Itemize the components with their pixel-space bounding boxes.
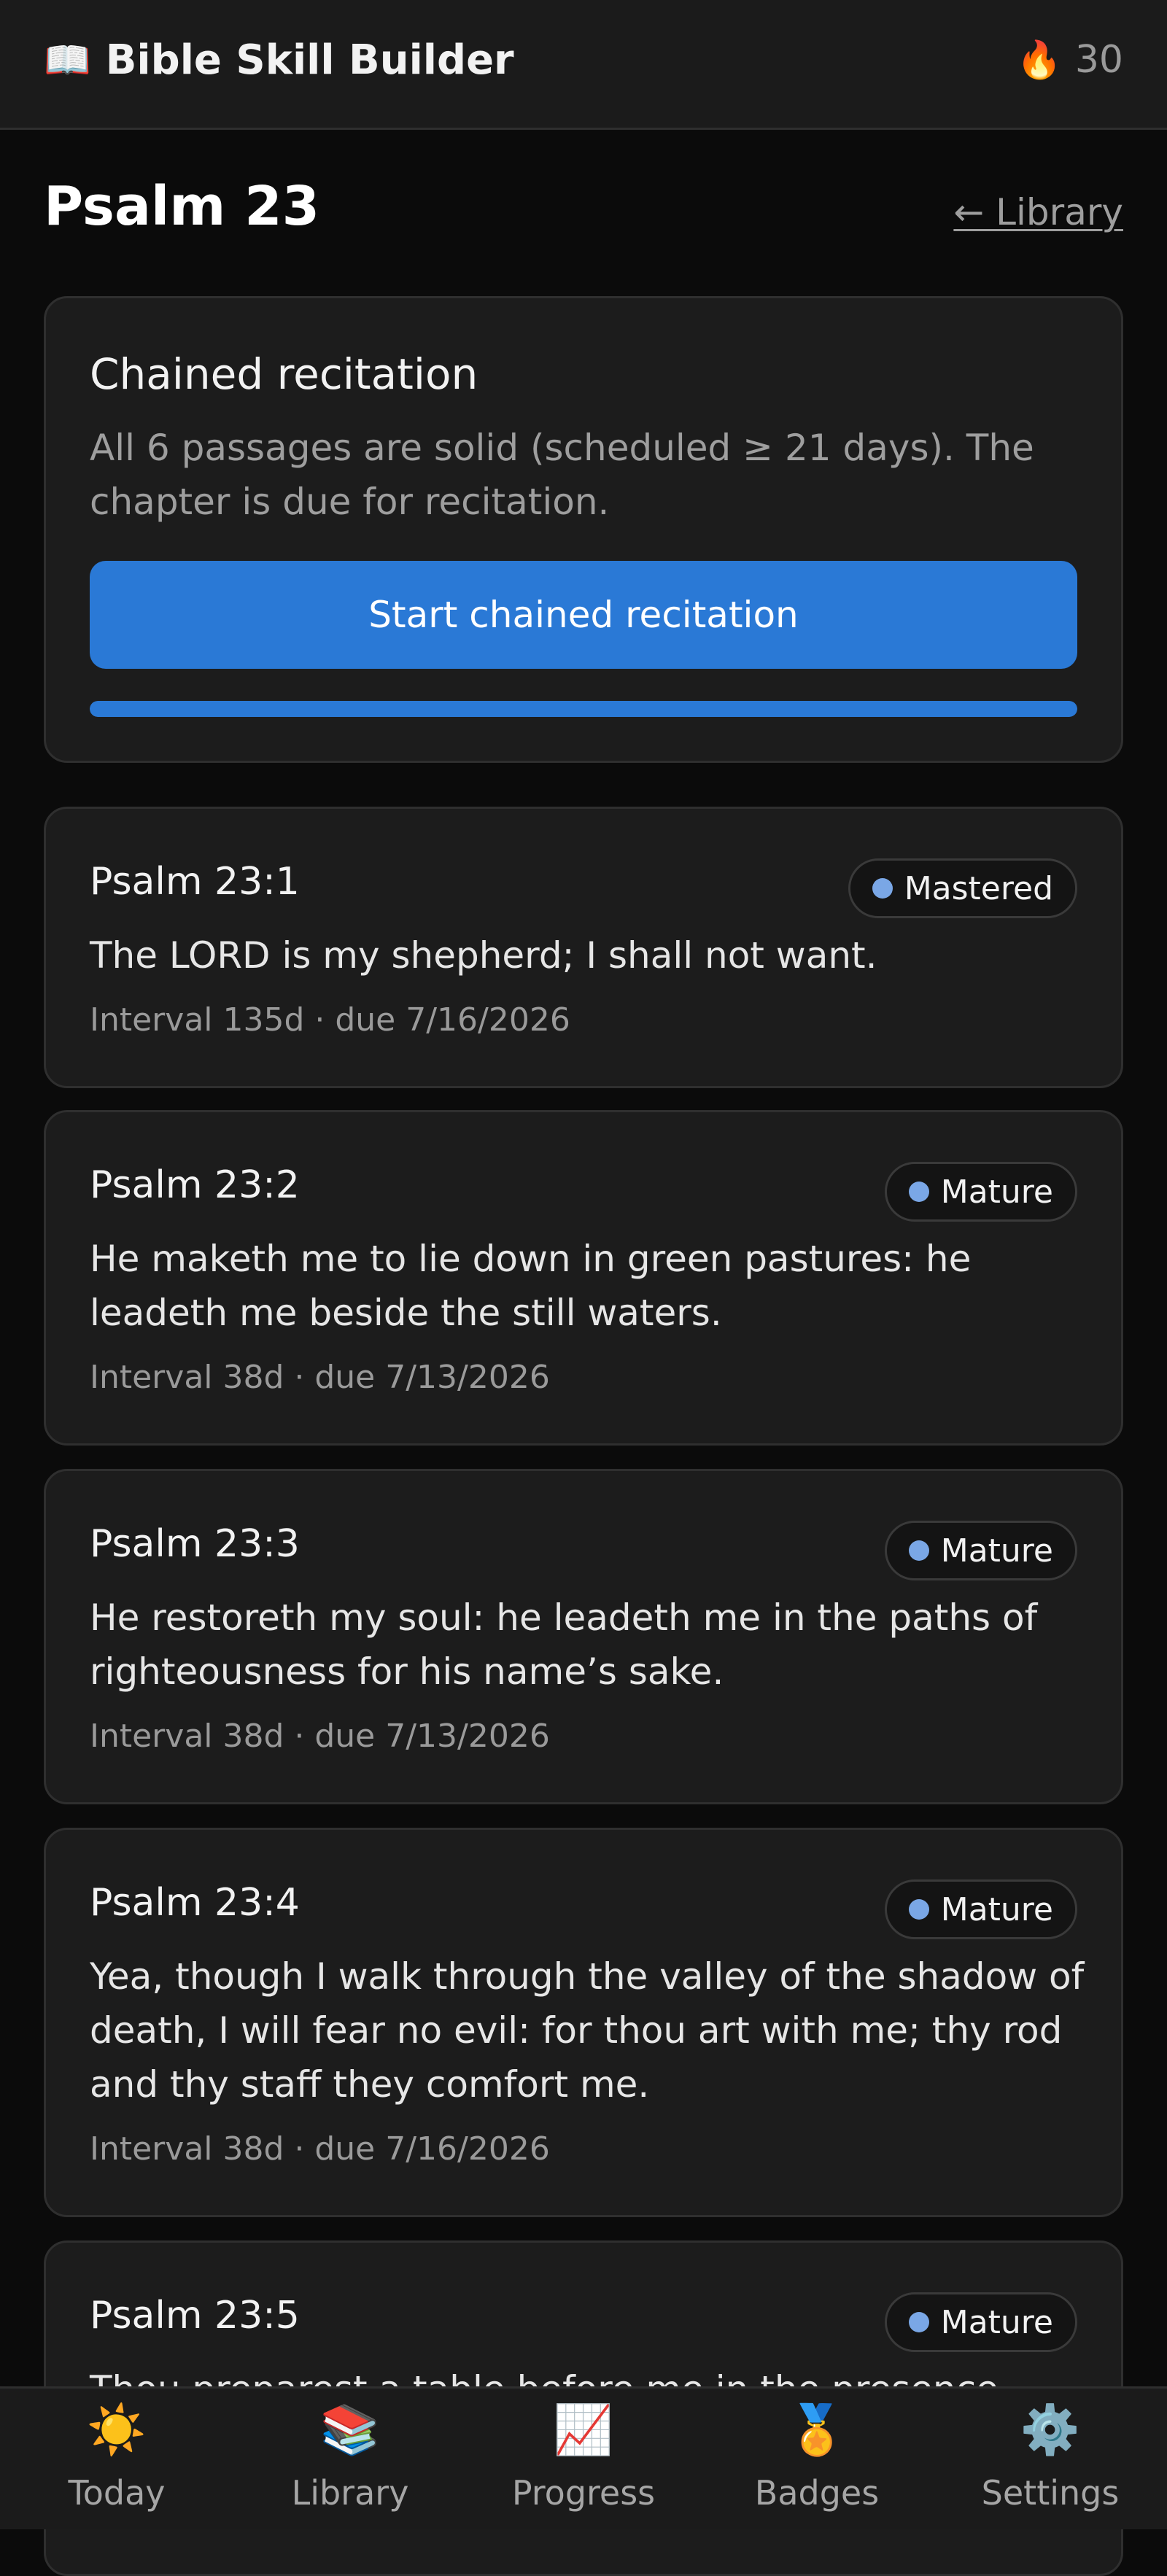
app-title-text: Bible Skill Builder xyxy=(105,36,514,84)
passage-card[interactable]: Psalm 23:3 Mature He restoreth my soul: … xyxy=(44,1469,1123,1804)
nav-label: Settings xyxy=(981,2472,1120,2513)
passage-reference: Psalm 23:5 xyxy=(90,2294,300,2338)
passage-reference: Psalm 23:4 xyxy=(90,1881,300,1925)
passage-text: Yea, though I walk through the valley of… xyxy=(90,1955,1085,2106)
status-dot-icon xyxy=(908,1540,929,1561)
status-badge: Mature xyxy=(884,1521,1077,1580)
recitation-progress-bar xyxy=(90,701,1077,717)
nav-label: Badges xyxy=(754,2472,880,2513)
status-dot-icon xyxy=(872,878,893,899)
nav-label: Progress xyxy=(511,2472,656,2513)
passage-card[interactable]: Psalm 23:1 Mastered The LORD is my sheph… xyxy=(44,807,1123,1088)
recitation-description: All 6 passages are solid (scheduled ≥ 21… xyxy=(90,427,1034,523)
recitation-progress-fill xyxy=(90,701,1077,717)
status-label: Mature xyxy=(940,1532,1053,1570)
start-chained-recitation-button[interactable]: Start chained recitation xyxy=(90,561,1077,669)
status-dot-icon xyxy=(908,1899,929,1920)
passage-schedule: Interval 135d · due 7/16/2026 xyxy=(90,1001,570,1039)
status-badge: Mature xyxy=(884,1162,1077,1222)
recitation-title: Chained recitation xyxy=(90,349,478,399)
passage-schedule: Interval 38d · due 7/13/2026 xyxy=(90,1359,550,1396)
streak-count: 30 xyxy=(1074,38,1123,82)
back-to-library-link[interactable]: ← Library xyxy=(953,191,1123,233)
status-label: Mature xyxy=(940,1890,1053,1928)
open-book-icon: 📖 xyxy=(44,39,91,82)
passage-reference: Psalm 23:2 xyxy=(90,1163,300,1207)
streak-counter: 🔥 30 xyxy=(1017,38,1123,82)
passage-reference: Psalm 23:1 xyxy=(90,860,300,904)
nav-item-today[interactable]: ☀️ Today xyxy=(0,2389,233,2529)
nav-label: Library xyxy=(291,2472,409,2513)
nav-item-progress[interactable]: 📈 Progress xyxy=(467,2389,700,2529)
books-icon: 📚 xyxy=(319,2401,381,2458)
status-label: Mature xyxy=(940,2303,1053,2341)
passage-schedule: Interval 38d · due 7/13/2026 xyxy=(90,1718,550,1755)
sun-icon: ☀️ xyxy=(86,2401,147,2458)
nav-item-badges[interactable]: 🏅 Badges xyxy=(700,2389,934,2529)
app-title[interactable]: 📖 Bible Skill Builder xyxy=(44,36,514,84)
medal-icon: 🏅 xyxy=(786,2401,848,2458)
chained-recitation-card: Chained recitation All 6 passages are so… xyxy=(44,296,1123,763)
status-badge: Mature xyxy=(884,1879,1077,1939)
passage-card[interactable]: Psalm 23:4 Mature Yea, though I walk thr… xyxy=(44,1828,1123,2217)
passage-reference: Psalm 23:3 xyxy=(90,1522,300,1566)
nav-label: Today xyxy=(68,2472,166,2513)
status-badge: Mastered xyxy=(848,858,1077,918)
app-header: 📖 Bible Skill Builder 🔥 30 xyxy=(0,0,1167,130)
passage-text: The LORD is my shepherd; I shall not wan… xyxy=(90,934,877,977)
passage-card[interactable]: Psalm 23:2 Mature He maketh me to lie do… xyxy=(44,1110,1123,1446)
bottom-nav: ☀️ Today 📚 Library 📈 Progress 🏅 Badges ⚙… xyxy=(0,2386,1167,2529)
fire-icon: 🔥 xyxy=(1016,38,1062,81)
page-title: Psalm 23 xyxy=(44,175,320,238)
status-dot-icon xyxy=(908,2312,929,2332)
gear-icon: ⚙️ xyxy=(1020,2401,1081,2458)
nav-item-settings[interactable]: ⚙️ Settings xyxy=(934,2389,1167,2529)
chart-increasing-icon: 📈 xyxy=(553,2401,614,2458)
status-label: Mature xyxy=(940,1173,1053,1211)
status-label: Mastered xyxy=(904,869,1053,907)
passage-text: He maketh me to lie down in green pastur… xyxy=(90,1238,972,1334)
passage-text: He restoreth my soul: he leadeth me in t… xyxy=(90,1597,1038,1693)
status-badge: Mature xyxy=(884,2292,1077,2352)
status-dot-icon xyxy=(908,1182,929,1202)
nav-item-library[interactable]: 📚 Library xyxy=(233,2389,467,2529)
passage-schedule: Interval 38d · due 7/16/2026 xyxy=(90,2130,550,2168)
